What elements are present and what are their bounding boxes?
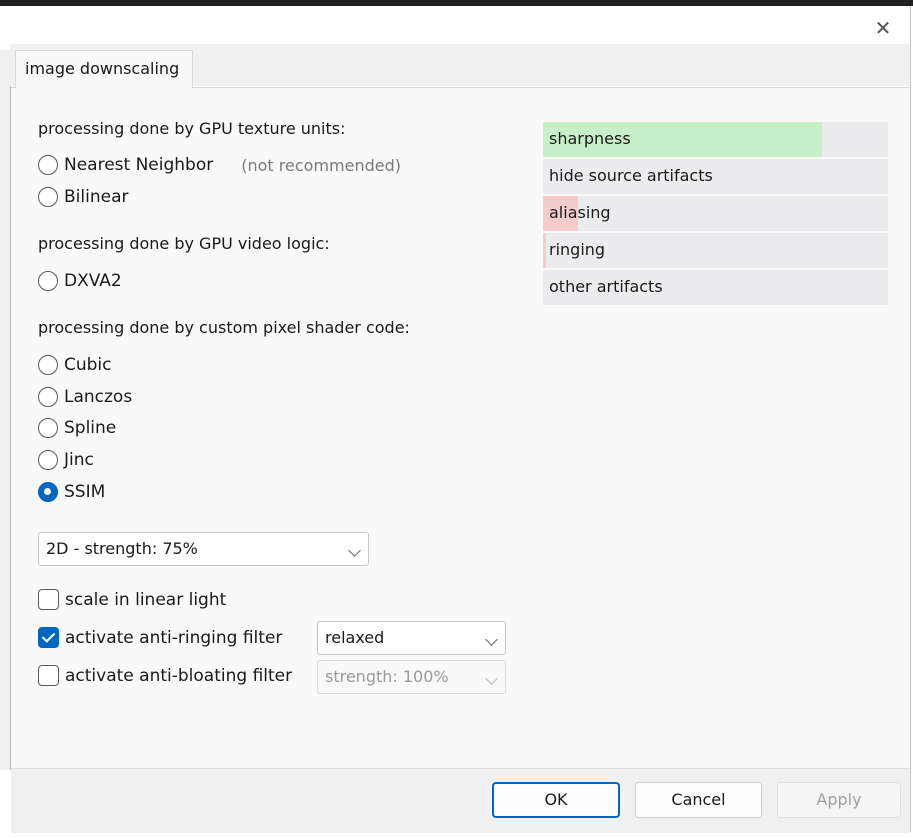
meter-other-artifacts: other artifacts	[543, 270, 888, 305]
anti-bloating-strength-select: strength: 100%	[317, 660, 506, 694]
radio-indicator[interactable]	[38, 355, 58, 375]
checkbox-indicator[interactable]	[38, 665, 59, 686]
meter-label: other artifacts	[549, 277, 663, 296]
meter-fill	[543, 233, 546, 268]
meter-label: aliasing	[549, 203, 611, 222]
ssim-strength-select[interactable]: 2D - strength: 75%	[38, 532, 369, 566]
radio-indicator[interactable]	[38, 271, 58, 291]
radio-indicator[interactable]	[38, 187, 58, 207]
radio-cubic[interactable]: Cubic	[38, 355, 112, 375]
chevron-down-icon	[485, 633, 498, 646]
radio-spline[interactable]: Spline	[38, 418, 116, 438]
meter-label: sharpness	[549, 129, 631, 148]
radio-indicator[interactable]	[38, 450, 58, 470]
radio-indicator-selected[interactable]	[38, 482, 58, 502]
radio-label: SSIM	[64, 482, 106, 502]
meter-hide-source-artifacts: hide source artifacts	[543, 159, 888, 194]
checkbox-label: activate anti-bloating filter	[65, 665, 293, 686]
radio-jinc[interactable]: Jinc	[38, 450, 94, 470]
select-value: relaxed	[325, 628, 385, 647]
select-value: 2D - strength: 75%	[46, 539, 198, 558]
meter-sharpness: sharpness	[543, 122, 888, 157]
radio-ssim[interactable]: SSIM	[38, 482, 105, 502]
checkbox-label: scale in linear light	[65, 589, 227, 610]
ok-button[interactable]: OK	[492, 782, 620, 818]
meter-label: ringing	[549, 240, 606, 259]
radio-label: DXVA2	[64, 271, 122, 291]
select-value: strength: 100%	[325, 667, 449, 686]
radio-label: Cubic	[64, 355, 112, 375]
checkbox-linear-light[interactable]: scale in linear light	[38, 589, 226, 610]
checkbox-anti-ringing[interactable]: activate anti-ringing filter	[38, 627, 282, 648]
chevron-down-icon	[348, 544, 361, 557]
radio-label: Spline	[64, 418, 117, 438]
radio-indicator[interactable]	[38, 155, 58, 175]
checkbox-label: activate anti-ringing filter	[65, 627, 283, 648]
radio-lanczos[interactable]: Lanczos	[38, 387, 132, 407]
checkbox-indicator[interactable]	[38, 589, 59, 610]
radio-indicator[interactable]	[38, 418, 58, 438]
radio-indicator[interactable]	[38, 387, 58, 407]
meter-ringing: ringing	[543, 233, 888, 268]
radio-nearest-neighbor[interactable]: Nearest Neighbor (not recommended)	[38, 155, 401, 175]
close-icon[interactable]: ✕	[872, 17, 894, 39]
not-recommended-hint: (not recommended)	[241, 155, 401, 175]
radio-label: Nearest Neighbor	[64, 155, 214, 175]
tab-label: image downscaling	[25, 59, 180, 78]
cancel-button[interactable]: Cancel	[635, 782, 762, 818]
radio-dxva2[interactable]: DXVA2	[38, 271, 122, 291]
meter-aliasing: aliasing	[543, 196, 888, 231]
radio-bilinear[interactable]: Bilinear	[38, 187, 128, 207]
section-heading-gpu-video: processing done by GPU video logic:	[38, 234, 330, 253]
section-heading-gpu-texture: processing done by GPU texture units:	[38, 119, 346, 138]
radio-label: Lanczos	[64, 387, 133, 407]
dialog-footer	[11, 768, 910, 833]
tree-panel-edge	[0, 50, 11, 770]
radio-label: Bilinear	[64, 187, 129, 207]
radio-label: Jinc	[64, 450, 94, 470]
chevron-down-icon	[485, 672, 498, 685]
section-heading-shader: processing done by custom pixel shader c…	[38, 318, 410, 337]
anti-ringing-mode-select[interactable]: relaxed	[317, 621, 506, 655]
checkbox-anti-bloating[interactable]: activate anti-bloating filter	[38, 665, 292, 686]
checkbox-indicator-checked[interactable]	[38, 627, 59, 648]
apply-button[interactable]: Apply	[777, 782, 901, 818]
tab-image-downscaling[interactable]: image downscaling	[15, 50, 193, 88]
meter-label: hide source artifacts	[549, 166, 713, 185]
